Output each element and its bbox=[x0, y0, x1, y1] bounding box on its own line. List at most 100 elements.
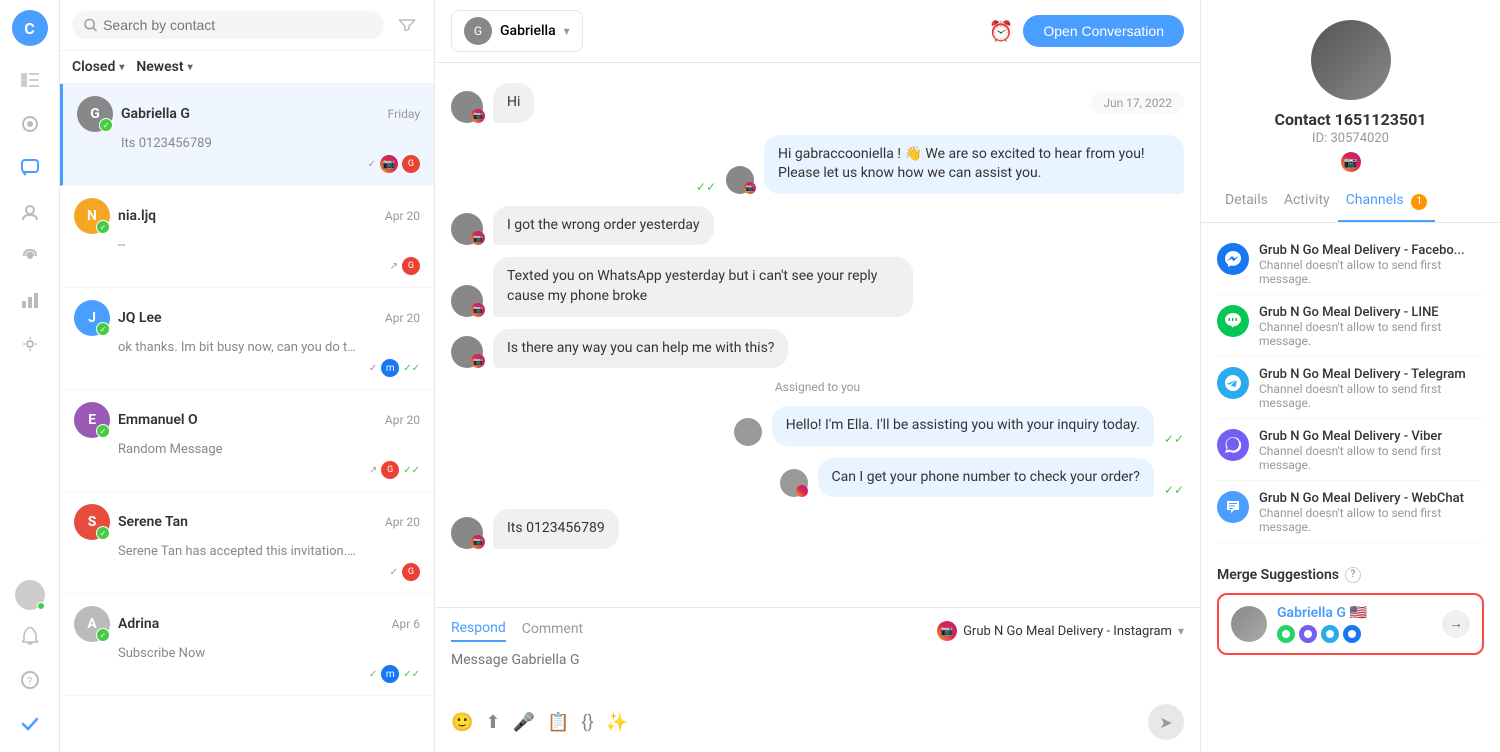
avatar: N ✓ bbox=[74, 198, 110, 234]
tab-comment[interactable]: Comment bbox=[522, 621, 583, 641]
nav-icon-settings[interactable] bbox=[12, 326, 48, 362]
channels-badge: 1 bbox=[1411, 194, 1427, 210]
channel-name: Grub N Go Meal Delivery - WebChat bbox=[1259, 491, 1484, 506]
double-check: ✓✓ bbox=[403, 669, 420, 680]
assigned-label: Assigned to you bbox=[775, 380, 860, 394]
contact-avatar-small: G bbox=[464, 17, 492, 45]
nav-icon-notifications[interactable] bbox=[12, 618, 48, 654]
filter-status-arrow: ▾ bbox=[119, 62, 124, 73]
merge-help-icon[interactable]: ? bbox=[1345, 567, 1361, 583]
snooze-icon[interactable]: ⏰ bbox=[988, 19, 1013, 43]
online-badge: ✓ bbox=[96, 322, 110, 336]
whatsapp-icon bbox=[1277, 625, 1295, 643]
message-bubble: Texted you on WhatsApp yesterday but i c… bbox=[493, 257, 913, 316]
contact-name: Serene Tan bbox=[118, 514, 188, 530]
right-panel: Contact 1651123501 ID: 30574020 📷 Detail… bbox=[1200, 0, 1500, 752]
contact-id: ID: 30574020 bbox=[1312, 131, 1389, 146]
tab-activity[interactable]: Activity bbox=[1276, 182, 1338, 222]
mic-icon[interactable]: 🎤 bbox=[513, 712, 535, 733]
svg-text:?: ? bbox=[27, 675, 32, 688]
filter-status[interactable]: Closed ▾ bbox=[72, 59, 124, 75]
filter-sort[interactable]: Newest ▾ bbox=[136, 59, 192, 75]
instagram-icon: 📷 bbox=[380, 155, 398, 173]
tab-details[interactable]: Details bbox=[1217, 182, 1276, 222]
search-input[interactable] bbox=[103, 17, 372, 33]
webchat-channel-icon bbox=[1217, 491, 1249, 523]
outgoing-arrow: ↗ bbox=[390, 261, 398, 272]
sender-avatar: 📷 bbox=[451, 91, 483, 123]
msg-check: ✓✓ bbox=[696, 180, 716, 194]
instagram-badge: 📷 bbox=[471, 109, 485, 123]
date-divider: Jun 17, 2022 bbox=[1091, 92, 1184, 114]
filter-button[interactable] bbox=[392, 10, 422, 40]
contact-full-name: Contact 1651123501 bbox=[1275, 110, 1427, 129]
conv-preview: ok thanks. Im bit busy now, can you do t… bbox=[118, 340, 358, 355]
message-bubble: Its 0123456789 bbox=[493, 509, 619, 549]
list-item[interactable]: E ✓ Emmanuel O Apr 20 Random Message ↗ G… bbox=[60, 390, 434, 492]
sender-avatar: 📷 bbox=[451, 213, 483, 245]
messenger-channel-icon bbox=[1217, 243, 1249, 275]
contact-name-label: Gabriella bbox=[500, 23, 556, 39]
profile-photo bbox=[1311, 20, 1391, 100]
online-badge: ✓ bbox=[96, 220, 110, 234]
msg-check: ✓✓ bbox=[1164, 432, 1184, 446]
emoji-icon[interactable]: 🙂 bbox=[451, 712, 473, 733]
nav-icon-home[interactable] bbox=[12, 106, 48, 142]
messages-container: 📷 Hi Jun 17, 2022 Hi gabraccooniella ! 👋… bbox=[435, 63, 1200, 607]
nav-icon-analytics[interactable] bbox=[12, 282, 48, 318]
tab-respond[interactable]: Respond bbox=[451, 620, 506, 642]
avatar: A ✓ bbox=[74, 606, 110, 642]
merge-contact-name: Gabriella G 🇺🇸 bbox=[1277, 605, 1432, 621]
channel-note: Channel doesn't allow to send first mess… bbox=[1259, 258, 1484, 286]
reply-toolbar: 🙂 ⬆ 🎤 📋 {} ✨ ➤ bbox=[451, 704, 1184, 740]
list-item[interactable]: A ✓ Adrina Apr 6 Subscribe Now ✓ m ✓✓ bbox=[60, 594, 434, 696]
avatar: S ✓ bbox=[74, 504, 110, 540]
merge-channels bbox=[1277, 625, 1432, 643]
conv-time: Apr 20 bbox=[385, 311, 420, 325]
variable-icon[interactable]: {} bbox=[581, 712, 593, 733]
search-box[interactable] bbox=[72, 11, 384, 39]
list-item[interactable]: N ✓ nia.ljq Apr 20 -- ↗ G bbox=[60, 186, 434, 288]
viber-icon bbox=[1299, 625, 1317, 643]
double-check: ✓✓ bbox=[403, 363, 420, 374]
tab-channels[interactable]: Channels 1 bbox=[1338, 182, 1435, 222]
instagram-badge: 📷 bbox=[471, 535, 485, 549]
message-bubble: Hello! I'm Ella. I'll be assisting you w… bbox=[772, 406, 1154, 446]
send-button[interactable]: ➤ bbox=[1148, 704, 1184, 740]
read-check: ✓ bbox=[368, 159, 376, 170]
nav-icon-contacts[interactable] bbox=[12, 194, 48, 230]
channel-dropdown-arrow: ▾ bbox=[1178, 624, 1184, 638]
agent-avatar bbox=[780, 469, 808, 497]
list-item[interactable]: G ✓ Gabriella G Friday Its 0123456789 ✓ … bbox=[60, 84, 434, 186]
agent-avatar bbox=[734, 418, 762, 446]
online-badge: ✓ bbox=[96, 424, 110, 438]
list-item[interactable]: S ✓ Serene Tan Apr 20 Serene Tan has acc… bbox=[60, 492, 434, 594]
nav-icon-check[interactable] bbox=[12, 706, 48, 742]
nav-icon-help[interactable]: ? bbox=[12, 662, 48, 698]
channel-note: Channel doesn't allow to send first mess… bbox=[1259, 444, 1484, 472]
nav-user-avatar[interactable]: C bbox=[12, 10, 48, 46]
contact-selector[interactable]: G Gabriella ▾ bbox=[451, 10, 583, 52]
message-input[interactable] bbox=[451, 652, 1184, 692]
open-conversation-button[interactable]: Open Conversation bbox=[1023, 15, 1184, 47]
instagram-channel-icon: 📷 bbox=[937, 621, 957, 641]
nav-icon-sidebar[interactable] bbox=[12, 62, 48, 98]
avatar: G ✓ bbox=[77, 96, 113, 132]
message-row: 📷 Texted you on WhatsApp yesterday but i… bbox=[451, 257, 1184, 316]
contact-name: Emmanuel O bbox=[118, 412, 198, 428]
messenger-icon: m bbox=[381, 359, 399, 377]
merge-arrow-button[interactable]: → bbox=[1442, 610, 1470, 638]
panel-tabs: Details Activity Channels 1 bbox=[1201, 182, 1500, 223]
ai-icon[interactable]: ✨ bbox=[606, 712, 628, 733]
upload-icon[interactable]: ⬆ bbox=[485, 712, 500, 733]
template-icon[interactable]: 📋 bbox=[547, 712, 569, 733]
online-badge: ✓ bbox=[96, 628, 110, 642]
channel-item: Grub N Go Meal Delivery - WebChat Channe… bbox=[1217, 483, 1484, 543]
contact-instagram-icon: 📷 bbox=[1341, 152, 1361, 172]
list-item[interactable]: J ✓ JQ Lee Apr 20 ok thanks. Im bit busy… bbox=[60, 288, 434, 390]
gmail-icon: G bbox=[402, 155, 420, 173]
instagram-badge: 📷 bbox=[744, 182, 756, 194]
nav-icon-broadcast[interactable] bbox=[12, 238, 48, 274]
nav-icon-chat[interactable] bbox=[12, 150, 48, 186]
channel-selector[interactable]: 📷 Grub N Go Meal Delivery - Instagram ▾ bbox=[937, 621, 1184, 641]
